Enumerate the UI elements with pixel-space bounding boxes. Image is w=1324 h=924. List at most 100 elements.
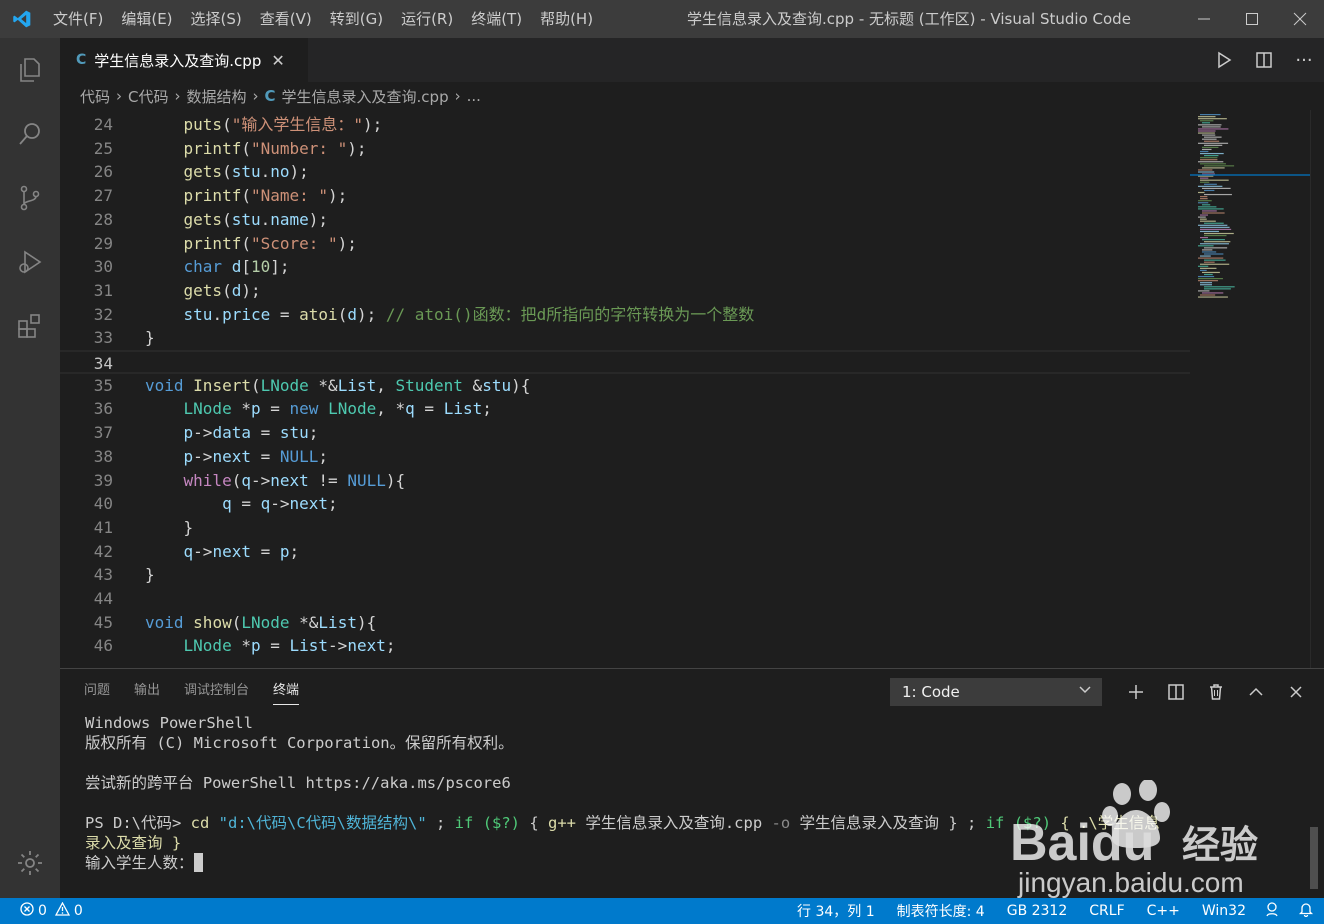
line-text: q = q->next; [222, 494, 338, 514]
tab-output[interactable]: 输出 [134, 669, 160, 713]
line-text: gets(stu.no); [183, 162, 309, 182]
menu-go[interactable]: 转到(G) [321, 0, 392, 38]
breadcrumb-item[interactable]: C代码 [128, 86, 168, 107]
menu-selection[interactable]: 选择(S) [182, 0, 251, 38]
cmd-cd: cd [190, 814, 210, 832]
code-line[interactable]: 46 LNode *p = List->next; [60, 634, 1190, 658]
code-line[interactable]: 27 printf("Name: "); [60, 184, 1190, 208]
breadcrumb-more[interactable]: ... [467, 87, 481, 105]
line-number: 41 [93, 517, 113, 537]
run-debug-icon[interactable] [0, 230, 60, 294]
breadcrumb-item[interactable]: 数据结构 [187, 86, 247, 107]
line-text: puts("输入学生信息："); [183, 115, 383, 134]
run-icon[interactable] [1204, 38, 1244, 82]
code-line[interactable]: 42 q->next = p; [60, 540, 1190, 564]
code-editor[interactable]: 24 puts("输入学生信息："); 25 printf("Number: ")… [60, 110, 1324, 668]
menu-help[interactable]: 帮助(H) [531, 0, 602, 38]
language-mode[interactable]: C++ [1147, 903, 1180, 919]
menu-file[interactable]: 文件(F) [44, 0, 112, 38]
close-icon[interactable]: ✕ [271, 51, 284, 70]
menu-view[interactable]: 查看(V) [251, 0, 321, 38]
code-line[interactable]: 41 } [60, 516, 1190, 540]
code-line[interactable]: 39 while(q->next != NULL){ [60, 469, 1190, 493]
menu-run[interactable]: 运行(R) [392, 0, 462, 38]
more-actions-icon[interactable]: ··· [1284, 38, 1324, 82]
line-number: 36 [93, 399, 113, 419]
extensions-icon[interactable] [0, 294, 60, 358]
error-count: 0 [38, 903, 47, 919]
split-editor-icon[interactable] [1244, 38, 1284, 82]
tab-terminal[interactable]: 终端 [273, 669, 300, 713]
code-line[interactable]: 38 p->next = NULL; [60, 445, 1190, 469]
title-bar: 文件(F) 编辑(E) 选择(S) 查看(V) 转到(G) 运行(R) 终端(T… [0, 0, 1324, 38]
code-line[interactable]: 35 void Insert(LNode *&List, Student &stu… [60, 374, 1190, 398]
menu-terminal[interactable]: 终端(T) [462, 0, 531, 38]
eol[interactable]: CRLF [1089, 903, 1124, 919]
trash-icon[interactable] [1196, 678, 1236, 706]
new-terminal-icon[interactable] [1116, 678, 1156, 706]
code-line[interactable]: 34 [60, 350, 1190, 374]
breadcrumb-item[interactable]: 代码 [80, 86, 110, 107]
tab-debug-console[interactable]: 调试控制台 [184, 669, 249, 713]
explorer-icon[interactable] [0, 38, 60, 102]
minimize-button[interactable] [1180, 0, 1228, 38]
cmd-tail-wrap: 录入及查询 } [85, 834, 182, 852]
line-text: gets(stu.name); [183, 209, 329, 229]
source-control-icon[interactable] [0, 166, 60, 230]
line-number: 43 [93, 565, 113, 585]
warning-count: 0 [73, 903, 83, 919]
close-panel-icon[interactable] [1276, 678, 1316, 706]
terminal-output[interactable]: Windows PowerShell 版权所有 (C) Microsoft Co… [85, 713, 1285, 873]
tab-active-file[interactable]: C 学生信息录入及查询.cpp ✕ [60, 38, 308, 82]
gear-icon[interactable] [0, 842, 60, 884]
code-line[interactable]: 29 printf("Score: "); [60, 232, 1190, 256]
tab-size[interactable]: 制表符长度: 4 [897, 901, 985, 921]
status-problems[interactable]: 0 0 [20, 898, 83, 924]
encoding[interactable]: GB 2312 [1007, 903, 1068, 919]
menu-edit[interactable]: 编辑(E) [112, 0, 181, 38]
editor-scrollbar[interactable] [1310, 110, 1324, 668]
terminal-scrollbar[interactable] [1310, 827, 1318, 889]
line-text: printf("Score: "); [183, 233, 357, 253]
terminal-select[interactable]: 1: Code [890, 678, 1102, 706]
code-line[interactable]: 45 void show(LNode *&List){ [60, 611, 1190, 635]
code-line[interactable]: 32 stu.price = atoi(d); // atoi()函数：把d所指… [60, 303, 1190, 327]
code-line[interactable]: 33} [60, 326, 1190, 350]
code-line[interactable]: 37 p->data = stu; [60, 421, 1190, 445]
code-line[interactable]: 30 char d[10]; [60, 255, 1190, 279]
code-line[interactable]: 26 gets(stu.no); [60, 160, 1190, 184]
code-line[interactable]: 25 printf("Number: "); [60, 137, 1190, 161]
tab-label: 学生信息录入及查询.cpp [94, 51, 262, 70]
platform[interactable]: Win32 [1202, 903, 1246, 919]
status-right: 行 34，列 1 制表符长度: 4 GB 2312 CRLF C++ Win32 [775, 898, 1314, 924]
line-number: 31 [93, 280, 113, 300]
code-line[interactable]: 43} [60, 563, 1190, 587]
line-text: void show(LNode *&List){ [145, 612, 377, 632]
tab-problems[interactable]: 问题 [84, 669, 110, 713]
line-number: 44 [93, 589, 113, 608]
bell-icon[interactable] [1298, 901, 1314, 921]
search-icon[interactable] [0, 102, 60, 166]
minimap[interactable] [1190, 110, 1310, 668]
code-line[interactable]: 31 gets(d); [60, 279, 1190, 303]
code-line[interactable]: 24 puts("输入学生信息："); [60, 113, 1190, 137]
feedback-icon[interactable] [1264, 901, 1280, 921]
maximize-panel-icon[interactable] [1236, 678, 1276, 706]
code-line[interactable]: 44 [60, 587, 1190, 611]
maximize-button[interactable] [1228, 0, 1276, 38]
close-window-button[interactable] [1276, 0, 1324, 38]
split-terminal-icon[interactable] [1156, 678, 1196, 706]
chevron-right-icon: › [252, 87, 259, 105]
code-line[interactable]: 40 q = q->next; [60, 492, 1190, 516]
code-line[interactable]: 36 LNode *p = new LNode, *q = List; [60, 397, 1190, 421]
cursor-position[interactable]: 行 34，列 1 [797, 901, 875, 921]
line-text: char d[10]; [183, 257, 290, 277]
line-text: p->next = NULL; [183, 446, 329, 466]
breadcrumb-file[interactable]: 学生信息录入及查询.cpp [282, 86, 449, 107]
line-number: 29 [93, 233, 113, 253]
line-number: 37 [93, 423, 113, 443]
line-number: 42 [93, 541, 113, 561]
code-line[interactable]: 28 gets(stu.name); [60, 208, 1190, 232]
